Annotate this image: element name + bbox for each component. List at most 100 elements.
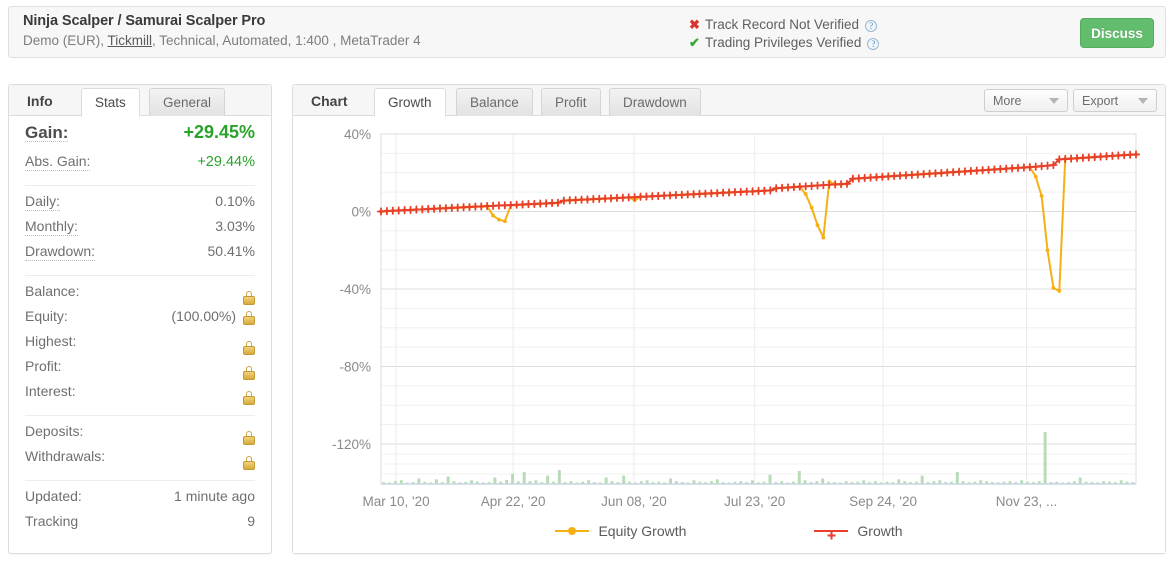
stats-list: Gain: +29.45% Abs. Gain: +29.44% Daily: … — [9, 116, 271, 538]
export-dropdown-button[interactable]: Export — [1073, 89, 1157, 112]
stat-row-deposits: Deposits: — [25, 423, 255, 448]
svg-text:40%: 40% — [344, 127, 371, 142]
legend-label-equity-growth: Equity Growth — [598, 523, 687, 539]
lock-icon — [243, 291, 255, 305]
stat-label-drawdown: Drawdown: — [25, 243, 96, 261]
verification-status: ✖ Track Record Not Verified ? ✔ Trading … — [689, 16, 880, 52]
stat-label-highest: Highest: — [25, 333, 77, 349]
stat-value-equity-wrap: (100.00%) — [171, 308, 255, 325]
svg-text:Jul 23, '20: Jul 23, '20 — [724, 494, 785, 509]
panel-label-chart: Chart — [311, 92, 348, 109]
stats-panel: Info Stats General Gain: +29.45% Abs. Ga… — [8, 84, 272, 554]
broker-link[interactable]: Tickmill — [108, 33, 153, 48]
svg-text:Apr 22, '20: Apr 22, '20 — [481, 494, 546, 509]
stat-value-highest-wrap — [236, 339, 255, 355]
legend-label-growth: Growth — [857, 523, 903, 539]
lock-icon — [243, 431, 255, 445]
legend-swatch-equity-growth — [555, 525, 590, 537]
svg-text:Nov 23, ...: Nov 23, ... — [996, 494, 1058, 509]
svg-text:-40%: -40% — [339, 282, 371, 297]
stat-label-updated: Updated: — [25, 488, 82, 504]
stat-row-balance: Balance: — [25, 283, 255, 308]
account-meta: , Technical, Automated, 1:400 , MetaTrad… — [152, 33, 421, 48]
stat-value-balance-wrap — [236, 289, 255, 305]
chart-legend: Equity Growth Growth — [293, 523, 1165, 540]
stat-value-daily: 0.10% — [215, 193, 255, 209]
stat-label-equity: Equity: — [25, 308, 68, 324]
stat-label-withdrawals: Withdrawals: — [25, 448, 106, 464]
stat-row-equity: Equity: (100.00%) — [25, 308, 255, 333]
chart-panel: Chart Growth Balance Profit Drawdown Mor… — [292, 84, 1166, 554]
page-root: Ninja Scalper / Samurai Scalper Pro Demo… — [0, 0, 1174, 566]
stat-value-drawdown: 50.41% — [207, 243, 255, 259]
svg-text:Jun 08, '20: Jun 08, '20 — [601, 494, 667, 509]
lock-icon — [243, 391, 255, 405]
lock-icon — [243, 311, 255, 325]
stat-row-abs-gain: Abs. Gain: +29.44% — [25, 153, 255, 178]
stat-value-tracking: 9 — [247, 513, 255, 529]
stat-label-balance: Balance: — [25, 283, 80, 299]
stat-row-profit: Profit: — [25, 358, 255, 383]
tab-general[interactable]: General — [149, 88, 226, 116]
tab-drawdown[interactable]: Drawdown — [609, 88, 701, 116]
svg-text:-120%: -120% — [332, 437, 371, 452]
stat-row-highest: Highest: — [25, 333, 255, 358]
stat-label-deposits: Deposits: — [25, 423, 84, 439]
stat-value-abs-gain: +29.44% — [197, 154, 255, 170]
legend-swatch-growth — [814, 525, 849, 540]
page-title: Ninja Scalper / Samurai Scalper Pro — [23, 13, 266, 29]
tab-growth[interactable]: Growth — [374, 88, 446, 117]
account-subtitle: Demo (EUR), Tickmill, Technical, Automat… — [23, 33, 421, 48]
svg-text:0%: 0% — [351, 205, 371, 220]
stat-value-profit-wrap — [236, 364, 255, 380]
cross-icon: ✖ — [689, 17, 700, 32]
growth-chart[interactable]: 40% 0% -40% -80% -120% Mar 10, '20 Apr 22, '20… — [293, 116, 1165, 553]
stat-row-updated: Updated: 1 minute ago — [25, 488, 255, 513]
help-icon-trading-privileges[interactable]: ? — [867, 38, 880, 50]
track-record-status-row: ✖ Track Record Not Verified ? — [689, 16, 879, 34]
stat-row-withdrawals: Withdrawals: — [25, 448, 255, 473]
trading-privileges-status-label: Trading Privileges Verified — [705, 35, 862, 50]
more-dropdown-button[interactable]: More — [984, 89, 1068, 112]
tab-balance[interactable]: Balance — [456, 88, 533, 116]
stat-label-tracking: Tracking — [25, 513, 79, 529]
tab-stats[interactable]: Stats — [81, 88, 140, 117]
stat-label-abs-gain: Abs. Gain: — [25, 153, 91, 171]
stat-row-interest: Interest: — [25, 383, 255, 408]
stat-row-tracking: Tracking 9 — [25, 513, 255, 538]
stat-label-monthly: Monthly: — [25, 218, 78, 236]
tab-profit[interactable]: Profit — [541, 88, 601, 116]
svg-text:Sep 24, '20: Sep 24, '20 — [849, 494, 917, 509]
stat-row-gain: Gain: +29.45% — [25, 122, 255, 153]
stat-row-drawdown: Drawdown: 50.41% — [25, 243, 255, 268]
stat-value-gain: +29.45% — [183, 122, 255, 142]
svg-text:Mar 10, '20: Mar 10, '20 — [363, 494, 430, 509]
stat-row-daily: Daily: 0.10% — [25, 193, 255, 218]
legend-item-growth[interactable]: Growth — [814, 523, 903, 540]
account-type: Demo (EUR), — [23, 33, 108, 48]
stat-label-gain: Gain: — [25, 123, 69, 142]
divider — [25, 480, 255, 481]
lock-icon — [243, 366, 255, 380]
divider — [25, 275, 255, 276]
chart-tabbar: Chart Growth Balance Profit Drawdown Mor… — [293, 85, 1165, 117]
account-header: Ninja Scalper / Samurai Scalper Pro Demo… — [8, 6, 1166, 58]
help-icon-track-record[interactable]: ? — [865, 20, 878, 32]
divider — [25, 415, 255, 416]
stat-value-equity: (100.00%) — [171, 308, 236, 324]
stat-value-interest-wrap — [236, 389, 255, 405]
stat-label-daily: Daily: — [25, 193, 61, 211]
discuss-button[interactable]: Discuss — [1080, 18, 1154, 48]
legend-item-equity-growth[interactable]: Equity Growth — [555, 523, 686, 539]
stat-label-interest: Interest: — [25, 383, 76, 399]
stat-value-withdrawals-wrap — [236, 454, 255, 470]
track-record-status-label: Track Record Not Verified — [705, 17, 860, 32]
stat-value-deposits-wrap — [236, 429, 255, 445]
stat-value-monthly: 3.03% — [215, 218, 255, 234]
check-icon: ✔ — [689, 35, 700, 50]
panel-label-info: Info — [27, 92, 53, 109]
stats-tabbar: Info Stats General — [9, 85, 271, 117]
more-dropdown-label: More — [993, 93, 1022, 108]
chart-toolbar: More Export — [984, 89, 1157, 112]
chevron-down-icon — [1138, 97, 1148, 104]
